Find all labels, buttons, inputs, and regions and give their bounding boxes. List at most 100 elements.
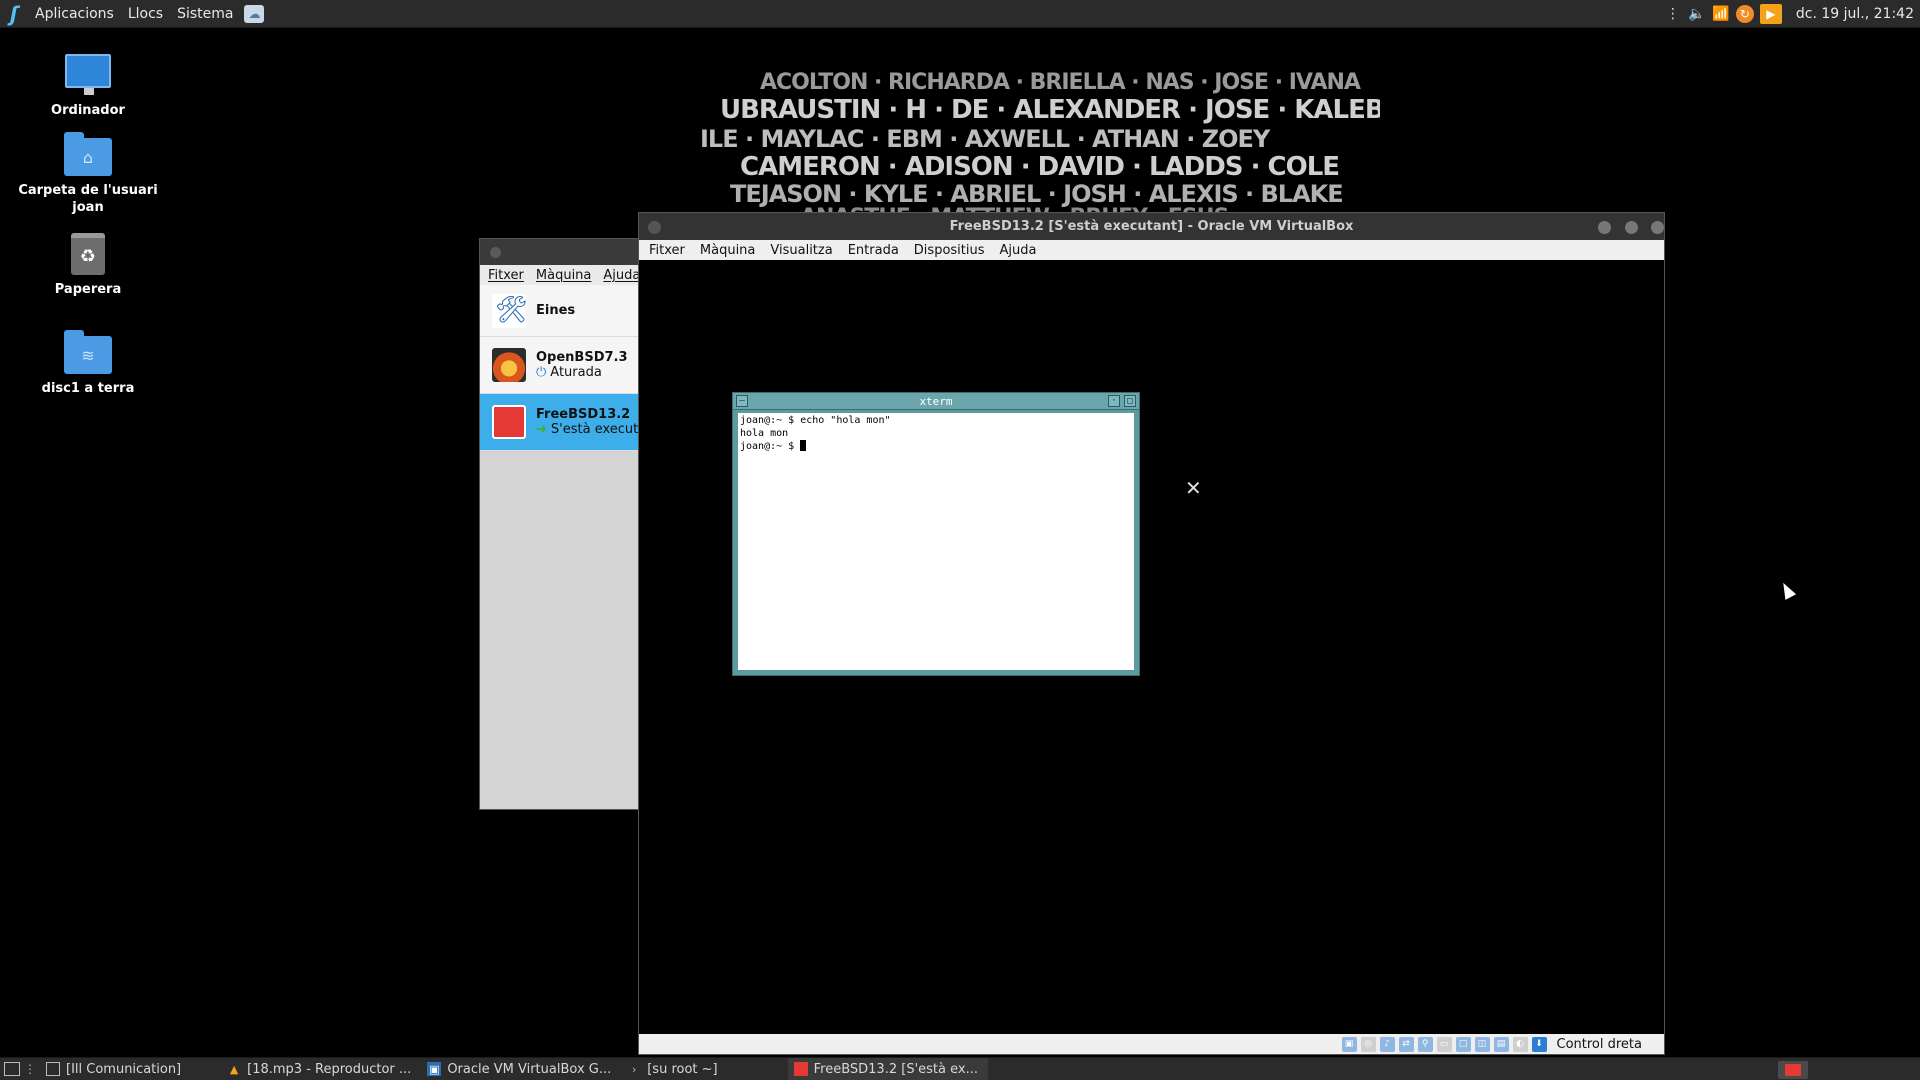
task-label: Oracle VM VirtualBox G... xyxy=(447,1061,612,1077)
xterm-menu-icon[interactable]: – xyxy=(736,395,748,407)
computer-icon xyxy=(65,54,111,95)
vm-state: ➜ S'està execut xyxy=(536,422,638,437)
menu-aplicacions[interactable]: Aplicacions xyxy=(28,6,121,22)
terminal-prompt: joan@:~ $ xyxy=(740,441,801,452)
guest-display[interactable]: – xterm · □ joan@:~ $ echo "hola mon" hol… xyxy=(639,260,1664,1034)
window-title: FreeBSD13.2 [S'està executant] - Oracle … xyxy=(949,219,1354,234)
minimize-icon[interactable] xyxy=(1598,221,1611,234)
task-freebsd-vm[interactable]: FreeBSD13.2 [S'està ex... xyxy=(787,1057,988,1080)
task-media-player[interactable]: ▲ [18.mp3 - Reproductor ... xyxy=(221,1058,421,1080)
home-folder-icon: ⌂ xyxy=(64,132,112,176)
desktop-icon-label: Ordinador xyxy=(51,103,125,118)
menu-fitxer[interactable]: Fitxer xyxy=(649,243,685,258)
mouse-integration-icon[interactable]: ◐ xyxy=(1512,1036,1528,1052)
clock[interactable]: dc. 19 jul., 21:42 xyxy=(1796,6,1914,22)
volume-icon[interactable]: 🔈 xyxy=(1688,6,1706,22)
terminal-line: joan@:~ $ echo "hola mon" xyxy=(740,415,891,426)
xterm-terminal[interactable]: joan@:~ $ echo "hola mon" hola mon joan@:~… xyxy=(738,413,1134,670)
virtualbox-icon: ▣ xyxy=(427,1062,442,1076)
desktop-icon-computer[interactable]: Ordinador xyxy=(13,54,163,119)
window-titlebar[interactable]: FreeBSD13.2 [S'està executant] - Oracle … xyxy=(639,213,1664,240)
mouse-pointer-icon xyxy=(1777,580,1797,600)
host-key-icon[interactable]: ⬇ xyxy=(1531,1036,1547,1052)
cpu-icon[interactable]: ▤ xyxy=(1493,1036,1509,1052)
desktop-icon-label: Carpeta de l'usuari joan xyxy=(18,183,158,215)
task-su-root[interactable]: › [su root ~] xyxy=(621,1058,727,1080)
xterm-iconify-icon[interactable]: · xyxy=(1108,395,1120,407)
text-cursor xyxy=(800,440,807,451)
task-label: FreeBSD13.2 [S'està ex... xyxy=(813,1061,978,1077)
display-icon[interactable]: ▢ xyxy=(1455,1036,1471,1052)
show-desktop-icon[interactable] xyxy=(4,1062,20,1076)
network-icon[interactable]: ⇄ xyxy=(1398,1036,1414,1052)
xterm-titlebar[interactable]: – xterm · □ xyxy=(733,393,1139,410)
menu-entrada[interactable]: Entrada xyxy=(848,243,899,258)
vm-list-item-openbsd[interactable]: OpenBSD7.3 ⏻ Aturada xyxy=(480,337,638,394)
terminal-prompt-line: joan@:~ $ xyxy=(740,440,1132,453)
distro-logo-icon[interactable]: ʃ xyxy=(0,0,28,28)
menu-fitxer[interactable]: Fitxer xyxy=(488,268,524,283)
network-folder-icon: ≋ xyxy=(64,330,112,374)
menu-llocs[interactable]: Llocs xyxy=(121,6,170,22)
vm-statusbar: ▣ ◎ ♪ ⇄ ⚲ ▭ ▢ ◫ ▤ ◐ ⬇ Control dreta xyxy=(639,1034,1664,1054)
host-key-label: Control dreta xyxy=(1556,1036,1643,1052)
wifi-icon[interactable]: 📶 xyxy=(1712,6,1730,22)
window-menu-icon[interactable] xyxy=(648,221,661,234)
weather-cloud-icon[interactable]: ☁ xyxy=(244,4,265,23)
bottom-taskbar: ⋮ [Ill Comunication] ▲ [18.mp3 - Reprodu… xyxy=(0,1057,1920,1080)
menu-sistema[interactable]: Sistema xyxy=(170,6,240,22)
freebsd-icon xyxy=(793,1062,808,1076)
vm-state-label: Aturada xyxy=(550,365,602,380)
update-notifier-icon[interactable]: ↻ xyxy=(1735,5,1754,23)
video-capture-icon[interactable]: ◫ xyxy=(1474,1036,1490,1052)
window-close-icon[interactable] xyxy=(490,247,501,258)
tools-item[interactable]: Eines xyxy=(480,285,638,337)
desktop-icon-trash[interactable]: ♻ Paperera xyxy=(13,233,163,298)
vlc-icon: ▲ xyxy=(229,1062,239,1076)
task-ill-comunication[interactable]: [Ill Comunication] xyxy=(40,1058,191,1080)
virtualbox-manager-window[interactable]: Fitxer Màquina Ajuda Eines OpenBSD7.3 ⏻ … xyxy=(479,238,639,810)
desktop-icon-label: disc1 a terra xyxy=(41,381,135,396)
xterm-window[interactable]: – xterm · □ joan@:~ $ echo "hola mon" hol… xyxy=(732,392,1140,676)
more-options-icon[interactable]: ⋮ xyxy=(1664,6,1682,22)
shared-folders-icon[interactable]: ▭ xyxy=(1436,1036,1452,1052)
tools-icon xyxy=(492,293,528,328)
maximize-icon[interactable] xyxy=(1625,221,1638,234)
vm-list-item-freebsd[interactable]: FreeBSD13.2 ➜ S'està execut xyxy=(480,394,638,451)
xterm-maximize-icon[interactable]: □ xyxy=(1124,395,1136,407)
powered-off-icon: ⏻ xyxy=(536,365,547,380)
freebsd-icon xyxy=(1785,1064,1801,1076)
vm-window-freebsd[interactable]: FreeBSD13.2 [S'està executant] - Oracle … xyxy=(638,212,1665,1055)
menubar: Fitxer Màquina Ajuda xyxy=(480,265,638,285)
folder-icon xyxy=(46,1062,60,1076)
vlc-tray-icon[interactable]: ▶ xyxy=(1759,4,1782,24)
top-panel: ʃ Aplicacions Llocs Sistema ☁ ⋮ 🔈 📶 ↻ ▶ … xyxy=(0,0,1920,28)
workspace-switcher[interactable] xyxy=(1778,1061,1808,1079)
menu-visualitza[interactable]: Visualitza xyxy=(770,243,832,258)
vm-name: FreeBSD13.2 xyxy=(536,407,631,422)
task-label: [su root ~] xyxy=(647,1061,718,1077)
wallpaper-word-cloud: ACOLTON · RICHARDA · BRIELLA · NAS · JOS… xyxy=(700,70,1380,220)
desktop-icon-home-folder[interactable]: ⌂ Carpeta de l'usuari joan xyxy=(13,132,163,216)
desktop-icon-label: Paperera xyxy=(54,282,122,297)
desktop-icon-network-share[interactable]: ≋ disc1 a terra xyxy=(13,330,163,397)
close-icon[interactable] xyxy=(1651,221,1664,234)
menu-ajuda[interactable]: Ajuda xyxy=(603,268,638,283)
window-titlebar[interactable] xyxy=(480,239,638,265)
vm-menubar: Fitxer Màquina Visualitza Entrada Dispos… xyxy=(639,240,1664,260)
task-label: [18.mp3 - Reproductor ... xyxy=(247,1061,412,1077)
menu-dispositius[interactable]: Dispositius xyxy=(914,243,985,258)
menu-ajuda[interactable]: Ajuda xyxy=(1000,243,1037,258)
task-virtualbox-manager[interactable]: ▣ Oracle VM VirtualBox G... xyxy=(421,1058,621,1080)
hard-disk-icon[interactable]: ▣ xyxy=(1341,1036,1357,1052)
menu-maquina[interactable]: Màquina xyxy=(700,243,756,258)
freebsd-icon xyxy=(492,405,526,439)
running-arrow-icon: ➜ xyxy=(536,422,547,437)
x-cursor-icon: ✕ xyxy=(1185,476,1202,500)
optical-drive-icon[interactable]: ◎ xyxy=(1360,1036,1376,1052)
menu-maquina[interactable]: Màquina xyxy=(536,268,592,283)
terminal-line: hola mon xyxy=(740,428,789,439)
usb-icon[interactable]: ⚲ xyxy=(1417,1036,1433,1052)
audio-icon[interactable]: ♪ xyxy=(1379,1036,1395,1052)
tools-label: Eines xyxy=(536,303,576,318)
